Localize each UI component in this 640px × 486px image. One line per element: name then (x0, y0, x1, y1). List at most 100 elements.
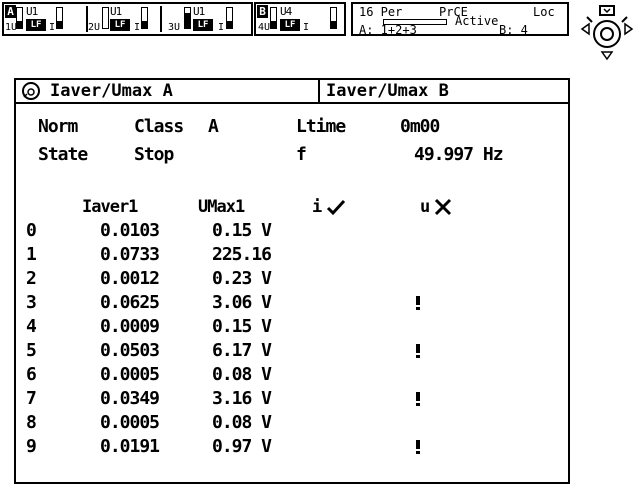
table-row: 1 0.0733 225.16 (16, 244, 556, 266)
umax-value: 6.17 V (212, 340, 272, 361)
channel-3[interactable]: U1 3U LF I (160, 4, 250, 34)
level-fill (17, 21, 22, 28)
table-row: 8 0.0005 0.08 V (16, 412, 556, 434)
umax-value: 0.08 V (212, 364, 272, 385)
table-row: 3 0.0625 3.06 V (16, 292, 556, 314)
local-indicator: Loc (533, 5, 555, 19)
harmonic-number: 3 (26, 292, 37, 313)
group-a-phases: A: 1+2+3 (359, 23, 417, 37)
iaver-value: 0.0005 (100, 364, 160, 385)
channel-2-level-meter (102, 7, 109, 29)
iaver-value: 0.0009 (100, 316, 160, 337)
table-row: 4 0.0009 0.15 V (16, 316, 556, 338)
table-row: 0 0.0103 0.15 V (16, 220, 556, 242)
exclamation-icon (416, 296, 420, 310)
channel-3-unit: I (218, 22, 225, 33)
exclamation-icon (416, 392, 420, 406)
table-row: 2 0.0012 0.23 V (16, 268, 556, 290)
norm-label: Norm (38, 116, 78, 137)
umax-value: 225.16 (212, 244, 272, 265)
table-row: 7 0.0349 3.16 V (16, 388, 556, 410)
iaver-value: 0.0733 (100, 244, 160, 265)
channel-4-level-meter (270, 7, 277, 29)
frequency-value: 49.997 Hz (414, 144, 504, 165)
harmonic-number: 6 (26, 364, 37, 385)
class-label: Class (134, 116, 184, 137)
channel-4-name: U4 (280, 5, 292, 18)
channel-2-unit: I (134, 22, 141, 33)
tab-bar: Iaver/Umax A Iaver/Umax B (14, 78, 570, 104)
channel-3-number: 3U (168, 22, 181, 33)
harmonic-number: 2 (26, 268, 37, 289)
channel-1-level-meter-2 (56, 7, 63, 29)
channel-2-number: 2U (88, 22, 101, 33)
channel-1[interactable]: U1 1U LF I (5, 4, 84, 34)
period-count: 16 Per (359, 5, 403, 19)
channel-1-number: 1U (5, 22, 18, 33)
channel-1-lf-badge: LF (26, 19, 46, 31)
check-icon (326, 199, 346, 216)
harmonic-number: 0 (26, 220, 37, 241)
table-row: 5 0.0503 6.17 V (16, 340, 556, 362)
state-value: Stop (134, 144, 174, 165)
umax-value: 3.06 V (212, 292, 272, 313)
active-label: Active (455, 14, 499, 28)
column-umax: UMax1 (198, 197, 245, 217)
iaver-value: 0.0625 (100, 292, 160, 313)
measurement-status: 16 Per PrCE Loc Active A: 1+2+3 B: 4 (351, 2, 569, 36)
column-u: u (420, 197, 430, 217)
level-fill (142, 21, 147, 28)
channel-4-level-meter-2 (330, 7, 337, 29)
channel-group-a: A U1 1U LF I U1 2U LF I U1 3U LF I (2, 2, 253, 36)
cross-icon (434, 198, 452, 216)
channel-4[interactable]: U4 4U LF I (258, 4, 346, 34)
measurement-panel: Norm Class A Ltime 0m00 State Stop f 49.… (14, 104, 570, 484)
tab-iaver-umax-b[interactable]: Iaver/Umax B (322, 80, 568, 102)
ltime-value: 0m00 (400, 116, 440, 137)
frequency-label: f (296, 144, 307, 165)
group-b-phases: B: 4 (499, 23, 528, 37)
channel-3-name: U1 (193, 5, 205, 18)
channel-3-lf-badge: LF (193, 19, 213, 31)
harmonic-number: 4 (26, 316, 37, 337)
rotary-knob-icon[interactable] (578, 4, 636, 62)
exclamation-icon (416, 344, 420, 358)
tab-iaver-umax-a[interactable]: Iaver/Umax A (50, 80, 320, 102)
iaver-value: 0.0503 (100, 340, 160, 361)
channel-4-unit: I (303, 22, 310, 33)
umax-value: 3.16 V (212, 388, 272, 409)
channel-3-level-meter-2 (226, 7, 233, 29)
table-row: 6 0.0005 0.08 V (16, 364, 556, 386)
iaver-value: 0.0191 (100, 436, 160, 457)
channel-group-b: B U4 4U LF I (254, 2, 346, 36)
class-value: A (208, 116, 219, 137)
iaver-value: 0.0005 (100, 412, 160, 433)
ltime-label: Ltime (296, 116, 346, 137)
group-a-label: A (5, 5, 16, 18)
channel-2[interactable]: U1 2U LF I (86, 4, 160, 34)
level-fill (227, 21, 232, 28)
channel-separator (160, 6, 162, 32)
tab-knob-icon[interactable] (20, 82, 42, 100)
channel-2-lf-badge: LF (110, 19, 130, 31)
iaver-value: 0.0012 (100, 268, 160, 289)
column-iaver: Iaver1 (82, 197, 138, 217)
iaver-value: 0.0103 (100, 220, 160, 241)
exclamation-icon (416, 440, 420, 454)
umax-value: 0.97 V (212, 436, 272, 457)
level-fill (57, 21, 62, 28)
column-i: i (312, 197, 322, 217)
umax-value: 0.23 V (212, 268, 272, 289)
umax-value: 0.15 V (212, 220, 272, 241)
harmonic-number: 5 (26, 340, 37, 361)
umax-value: 0.15 V (212, 316, 272, 337)
channel-2-name: U1 (110, 5, 122, 18)
state-label: State (38, 144, 88, 165)
harmonic-number: 7 (26, 388, 37, 409)
table-row: 9 0.0191 0.97 V (16, 436, 556, 458)
umax-value: 0.08 V (212, 412, 272, 433)
harmonic-number: 1 (26, 244, 37, 265)
level-fill (185, 13, 190, 28)
harmonic-number: 9 (26, 436, 37, 457)
iaver-value: 0.0349 (100, 388, 160, 409)
